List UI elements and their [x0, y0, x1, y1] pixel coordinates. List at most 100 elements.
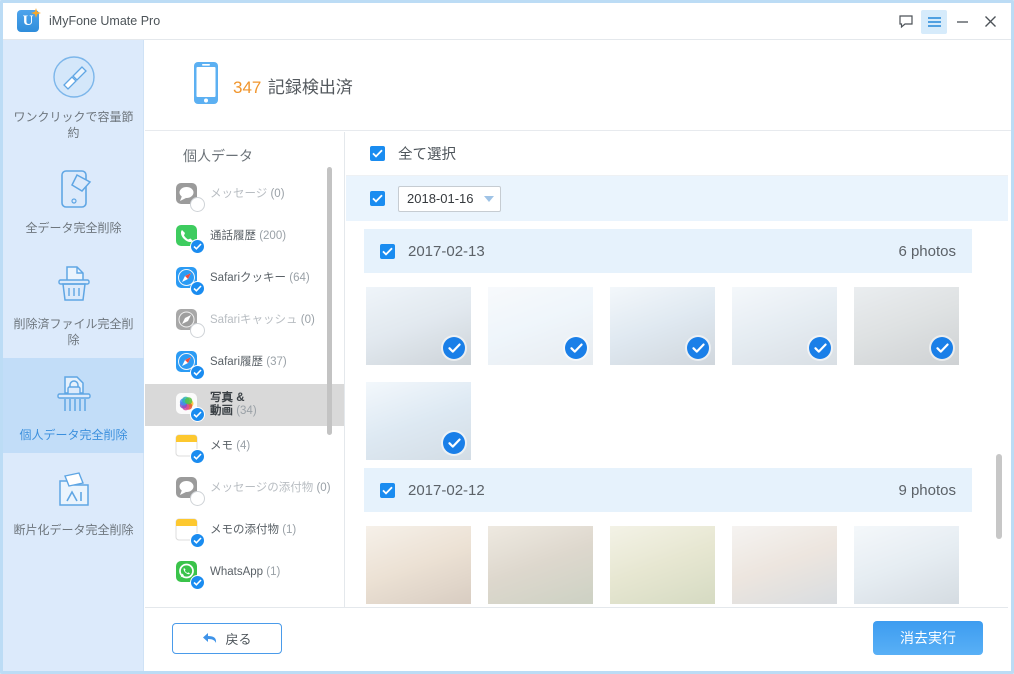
iphone-icon [193, 61, 219, 110]
photo-thumbnail[interactable] [488, 287, 593, 365]
notes-icon [175, 518, 202, 545]
date-filter-value: 2018-01-16 [407, 191, 474, 206]
photo-group-count: 9 photos [898, 482, 956, 499]
data-category-item[interactable]: 通話履歴 (200) [145, 216, 344, 258]
photo-thumbnail[interactable] [610, 526, 715, 604]
menu-icon[interactable] [921, 10, 947, 34]
sidebar: ワンクリックで容量節約 全データ完全削除 [3, 40, 144, 671]
category-checked-badge[interactable] [190, 365, 205, 380]
data-category-item[interactable]: メッセージの添付物 (0) [145, 468, 344, 510]
data-category-count: (37) [266, 356, 286, 368]
data-category-item[interactable]: WhatsApp (1) [145, 552, 344, 594]
photo-selected-check-icon[interactable] [443, 432, 465, 454]
photo-group-header[interactable]: 2017-02-13 6 photos [364, 229, 972, 273]
photo-overlay [366, 526, 471, 604]
data-category-count: (64) [289, 272, 309, 284]
back-button[interactable]: 戻る [172, 623, 282, 654]
select-all-row[interactable]: 全て選択 [346, 132, 1008, 176]
photo-overlay [488, 526, 593, 604]
photo-thumbnail[interactable] [732, 287, 837, 365]
data-category-label: 写真 &動画 (34) [210, 392, 257, 418]
back-arrow-icon [202, 632, 217, 645]
photo-thumbnail[interactable] [366, 287, 471, 365]
sidebar-item-one-click-save[interactable]: ワンクリックで容量節約 [3, 40, 144, 151]
data-category-title: 個人データ [183, 146, 344, 166]
photo-selected-check-icon[interactable] [809, 337, 831, 359]
photo-selected-check-icon[interactable] [687, 337, 709, 359]
category-unchecked-badge[interactable] [190, 491, 205, 506]
data-category-item[interactable]: Safariクッキー (64) [145, 258, 344, 300]
safari-icon [175, 266, 202, 293]
photos-icon [175, 392, 202, 419]
photo-thumbnail[interactable] [610, 287, 715, 365]
photo-selected-check-icon[interactable] [443, 337, 465, 359]
data-category-item[interactable]: Safari履歴 (37) [145, 342, 344, 384]
photo-group-header[interactable]: 2017-02-12 9 photos [364, 468, 972, 512]
photo-group-checkbox[interactable] [380, 483, 395, 498]
back-button-label: 戻る [225, 629, 251, 648]
photo-thumbnail-grid [364, 273, 1008, 460]
photo-overlay [854, 526, 959, 604]
photo-thumbnail[interactable] [854, 526, 959, 604]
date-filter-checkbox[interactable] [370, 191, 385, 206]
photo-selected-check-icon[interactable] [565, 337, 587, 359]
data-category-item[interactable]: メモ (4) [145, 426, 344, 468]
category-checked-badge[interactable] [190, 449, 205, 464]
sidebar-item-erase-private-data[interactable]: 個人データ完全削除 [3, 358, 144, 453]
data-list-scrollbar[interactable] [327, 167, 332, 435]
data-category-count: (34) [236, 405, 256, 417]
photo-group-date: 2017-02-13 [408, 243, 485, 260]
category-unchecked-badge[interactable] [190, 197, 205, 212]
sidebar-item-erase-all-data[interactable]: 全データ完全削除 [3, 151, 144, 246]
data-category-count: (4) [236, 440, 250, 452]
photo-group-count: 6 photos [898, 243, 956, 260]
close-icon[interactable] [977, 10, 1003, 34]
data-category-label: メモ (4) [210, 440, 250, 453]
photo-group-checkbox[interactable] [380, 244, 395, 259]
data-category-count: (200) [259, 230, 286, 242]
category-checked-badge[interactable] [190, 533, 205, 548]
erase-button-label: 消去実行 [900, 628, 956, 648]
photo-group: 2017-02-12 9 photos [346, 468, 1008, 604]
data-category-item[interactable]: メッセージ (0) [145, 174, 344, 216]
title-bar: U iMyFone Umate Pro [3, 3, 1011, 40]
data-category-label: メッセージの添付物 (0) [210, 482, 331, 495]
date-filter-row: 2018-01-16 [346, 176, 1008, 221]
category-checked-badge[interactable] [190, 281, 205, 296]
category-checked-badge[interactable] [190, 407, 205, 422]
photo-thumbnail[interactable] [732, 526, 837, 604]
window-controls [893, 3, 1003, 40]
data-category-item[interactable]: Safariキャッシュ (0) [145, 300, 344, 342]
messages-icon [175, 182, 202, 209]
data-category-label: WhatsApp (1) [210, 566, 280, 579]
photo-selected-check-icon[interactable] [931, 337, 953, 359]
lock-shred-icon [50, 372, 98, 418]
fragment-folder-icon [50, 467, 98, 513]
category-checked-badge[interactable] [190, 239, 205, 254]
category-unchecked-badge[interactable] [190, 323, 205, 338]
sidebar-item-erase-fragments[interactable]: 断片化データ完全削除 [3, 453, 144, 548]
photo-list-scrollbar[interactable] [996, 454, 1002, 539]
erase-button[interactable]: 消去実行 [873, 621, 983, 655]
photo-thumbnail[interactable] [854, 287, 959, 365]
photo-thumbnail[interactable] [366, 382, 471, 460]
data-category-label: メモの添付物 (1) [210, 524, 296, 537]
minimize-icon[interactable] [949, 10, 975, 34]
sidebar-item-label: ワンクリックで容量節約 [9, 109, 138, 141]
data-category-items: メッセージ (0)通話履歴 (200)Safariクッキー (64)Safari… [145, 174, 344, 594]
data-category-item[interactable]: 写真 &動画 (34) [145, 384, 344, 426]
data-category-label: メッセージ (0) [210, 188, 285, 201]
photo-group-date: 2017-02-12 [408, 482, 485, 499]
select-all-checkbox[interactable] [370, 146, 385, 161]
data-category-label: 通話履歴 (200) [210, 230, 286, 243]
date-filter-select[interactable]: 2018-01-16 [398, 186, 501, 212]
category-checked-badge[interactable] [190, 575, 205, 590]
photo-browser: 全て選択 2018-01-16 2017-02-136 photos2017-0… [346, 132, 1008, 607]
photo-thumbnail[interactable] [488, 526, 593, 604]
data-category-item[interactable]: メモの添付物 (1) [145, 510, 344, 552]
photo-thumbnail[interactable] [366, 526, 471, 604]
data-category-count: (0) [270, 188, 284, 200]
sidebar-item-label: 削除済ファイル完全削除 [9, 316, 138, 348]
sidebar-item-erase-deleted-files[interactable]: 削除済ファイル完全削除 [3, 247, 144, 358]
feedback-icon[interactable] [893, 10, 919, 34]
